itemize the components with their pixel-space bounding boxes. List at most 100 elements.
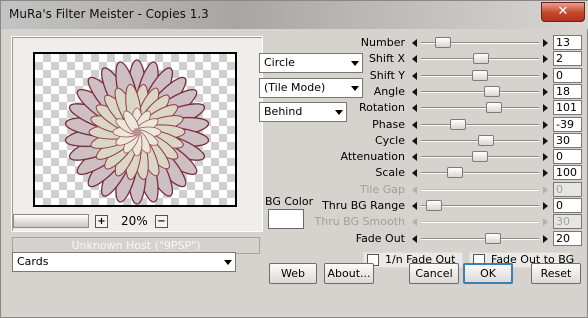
param-label: Angle <box>373 85 405 98</box>
slider-track[interactable] <box>421 91 539 93</box>
bg-color-swatch[interactable] <box>268 209 304 229</box>
slider-track[interactable] <box>421 238 539 240</box>
close-button[interactable]: ✕ <box>541 2 585 22</box>
arrow-right-icon <box>543 218 548 226</box>
flower-preview-graphic <box>64 59 210 205</box>
zoom-out-button[interactable]: − <box>155 215 168 228</box>
param-value-field[interactable]: -39 <box>553 117 582 132</box>
arrow-right-icon[interactable] <box>543 55 548 63</box>
slider-track[interactable] <box>421 124 539 126</box>
slider-thumb[interactable] <box>426 200 442 211</box>
arrow-left-icon[interactable] <box>412 104 417 112</box>
arrow-right-icon[interactable] <box>543 121 548 129</box>
param-value-field: 0 <box>553 182 582 197</box>
param-value-field[interactable]: 0 <box>553 68 582 83</box>
param-value-field[interactable]: 2 <box>553 51 582 66</box>
arrow-right-icon[interactable] <box>543 104 548 112</box>
param-slider[interactable] <box>411 135 549 147</box>
arrow-left-icon[interactable] <box>412 72 417 80</box>
param-value-field[interactable]: 0 <box>553 149 582 164</box>
close-icon: ✕ <box>557 4 569 19</box>
arrow-left-icon[interactable] <box>412 55 417 63</box>
arrow-right-icon[interactable] <box>543 235 548 243</box>
slider-thumb[interactable] <box>473 53 489 64</box>
preset-combo[interactable]: Cards <box>12 252 236 272</box>
arrow-left-icon[interactable] <box>412 235 417 243</box>
slider-thumb[interactable] <box>447 167 463 178</box>
param-slider[interactable] <box>411 70 549 82</box>
slider-thumb[interactable] <box>450 119 466 130</box>
slider-thumb[interactable] <box>486 102 502 113</box>
arrow-right-icon[interactable] <box>543 39 548 47</box>
preview-image[interactable] <box>33 52 237 207</box>
arrow-right-icon[interactable] <box>543 202 548 210</box>
param-value-field: 30 <box>553 214 582 229</box>
reset-button[interactable]: Reset <box>531 263 581 284</box>
arrow-right-icon[interactable] <box>543 88 548 96</box>
plus-icon: + <box>97 216 106 227</box>
window-title: MuRa's Filter Meister - Copies 1.3 <box>9 7 209 21</box>
param-slider[interactable] <box>411 53 549 65</box>
param-slider[interactable] <box>411 37 549 49</box>
web-button[interactable]: Web <box>269 263 317 284</box>
slider-track <box>421 189 539 191</box>
arrow-left-icon[interactable] <box>412 169 417 177</box>
param-value-field[interactable]: 100 <box>553 165 582 180</box>
param-value-field[interactable]: 20 <box>553 231 582 246</box>
slider-track <box>421 221 539 223</box>
param-slider[interactable] <box>411 86 549 98</box>
param-value-field[interactable]: 13 <box>553 35 582 50</box>
chevron-down-icon <box>224 260 232 265</box>
param-label: Tile Gap <box>359 183 405 196</box>
param-slider[interactable] <box>411 102 549 114</box>
param-label: Shift Y <box>369 69 405 82</box>
param-label: Fade Out <box>355 232 405 245</box>
param-value-field[interactable]: 0 <box>553 198 582 213</box>
param-value-field[interactable]: 101 <box>553 100 582 115</box>
arrow-right-icon[interactable] <box>543 137 548 145</box>
slider-track[interactable] <box>421 172 539 174</box>
flower-petals <box>64 59 210 205</box>
arrow-left-icon[interactable] <box>412 121 417 129</box>
arrow-left-icon[interactable] <box>412 137 417 145</box>
slider-track[interactable] <box>421 107 539 109</box>
param-label: Number <box>360 36 405 49</box>
param-label: Thru BG Range <box>322 199 405 212</box>
param-slider[interactable] <box>411 151 549 163</box>
slider-thumb[interactable] <box>485 233 501 244</box>
param-slider[interactable] <box>411 119 549 131</box>
param-value-field[interactable]: 30 <box>553 133 582 148</box>
arrow-right-icon[interactable] <box>543 169 548 177</box>
zoom-in-button[interactable]: + <box>95 215 108 228</box>
param-slider[interactable] <box>411 233 549 245</box>
shape-combo-value: Circle <box>264 56 295 69</box>
ok-button[interactable]: OK <box>463 263 513 284</box>
slider-thumb[interactable] <box>435 37 451 48</box>
arrow-left-icon <box>412 218 417 226</box>
param-slider <box>411 216 549 228</box>
param-label: Cycle <box>374 134 405 147</box>
slider-thumb[interactable] <box>484 86 500 97</box>
param-slider[interactable] <box>411 200 549 212</box>
arrow-left-icon <box>412 186 417 194</box>
param-value-field[interactable]: 18 <box>553 84 582 99</box>
slider-thumb[interactable] <box>478 135 494 146</box>
param-label: Phase <box>372 118 405 131</box>
arrow-left-icon[interactable] <box>412 88 417 96</box>
arrow-left-icon[interactable] <box>412 153 417 161</box>
title-bar[interactable]: MuRa's Filter Meister - Copies 1.3 ✕ <box>1 1 588 29</box>
arrow-right-icon[interactable] <box>543 72 548 80</box>
arrow-left-icon[interactable] <box>412 39 417 47</box>
zoom-slider[interactable] <box>13 214 89 228</box>
param-slider[interactable] <box>411 167 549 179</box>
arrow-right-icon[interactable] <box>543 153 548 161</box>
slider-thumb[interactable] <box>472 151 488 162</box>
cancel-button[interactable]: Cancel <box>409 263 459 284</box>
param-label: Rotation <box>358 101 405 114</box>
about-button[interactable]: About... <box>324 263 374 284</box>
preview-panel <box>11 36 263 232</box>
filter-dialog-window: MuRa's Filter Meister - Copies 1.3 ✕ + 2… <box>0 0 588 318</box>
arrow-left-icon[interactable] <box>412 202 417 210</box>
param-label: Scale <box>375 166 405 179</box>
slider-thumb[interactable] <box>472 70 488 81</box>
